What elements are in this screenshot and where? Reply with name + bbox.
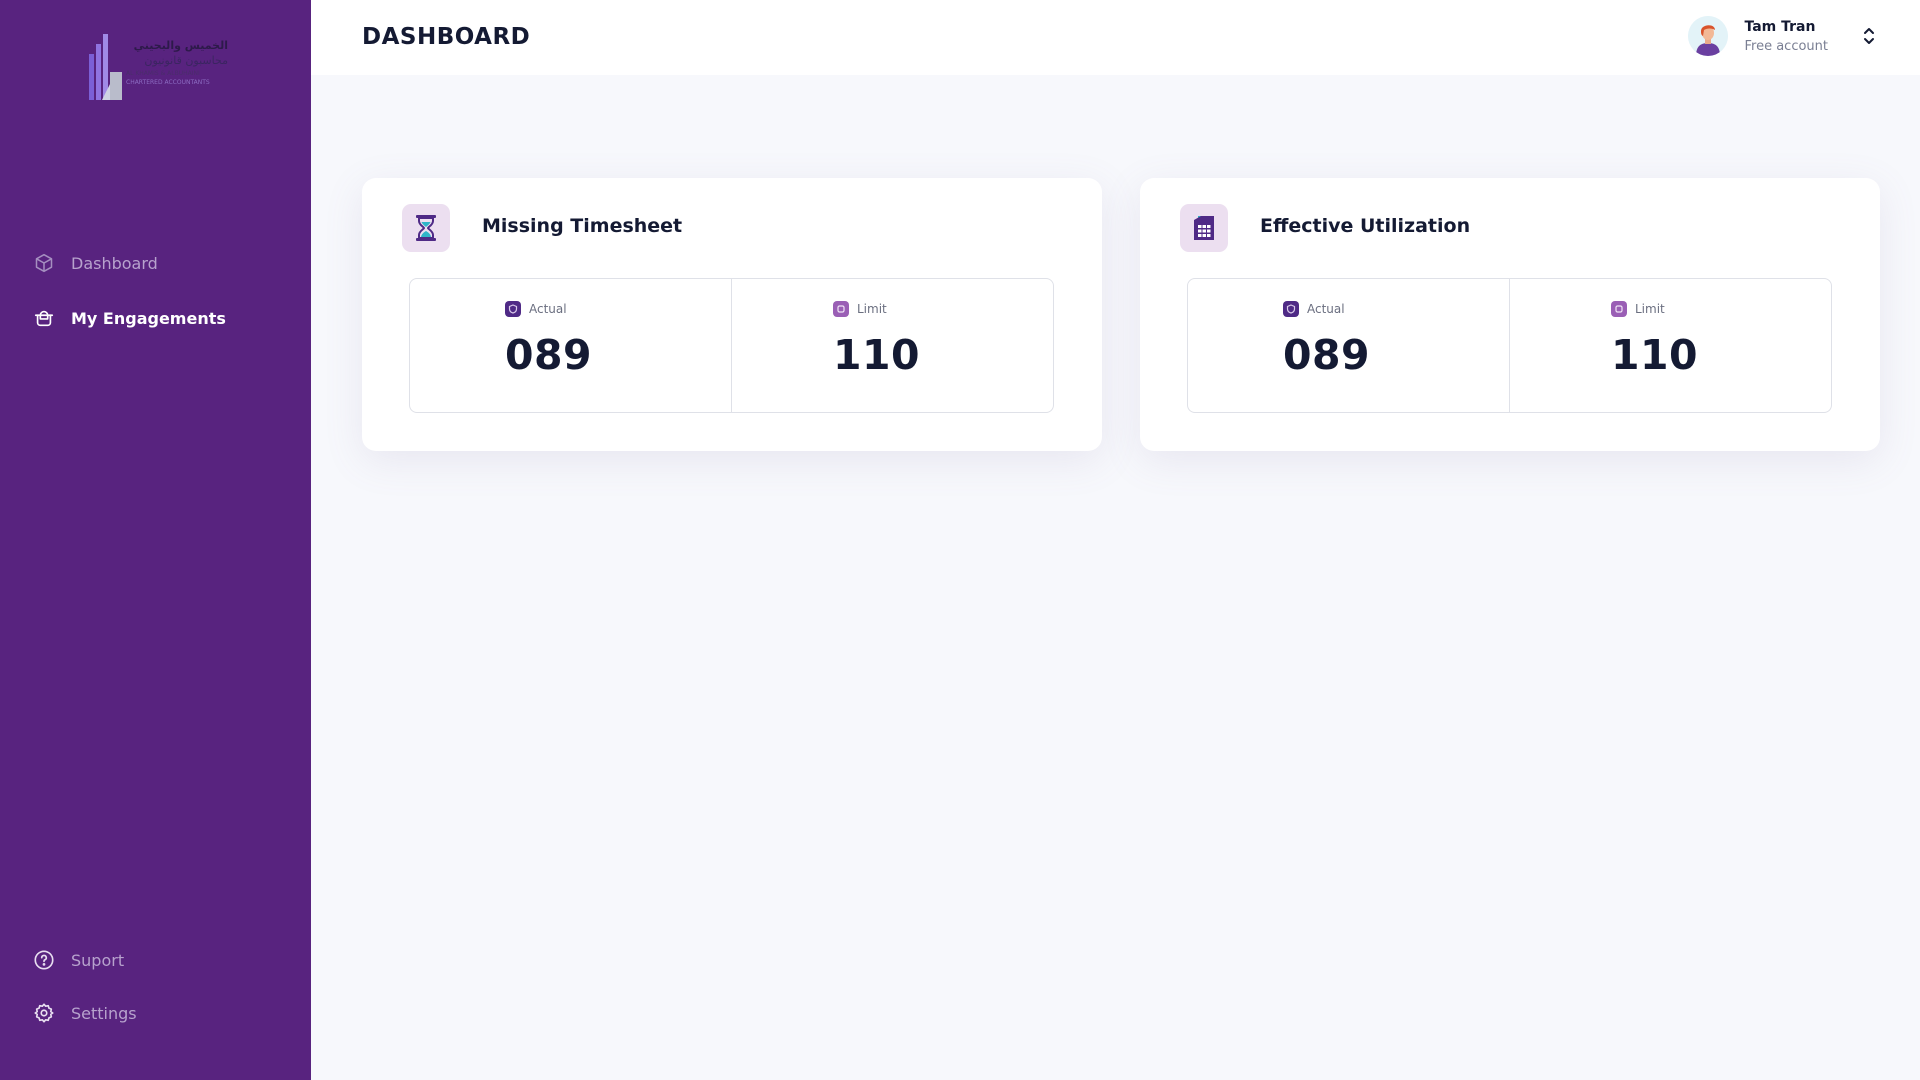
sidebar: الخميس والبحيني محاسبون قانونيون AL KHAM… <box>0 0 311 1080</box>
card-title: Missing Timesheet <box>482 215 683 237</box>
stat-label: Actual <box>1307 302 1345 316</box>
logo-arabic-subtitle: محاسبون قانونيون <box>144 54 228 67</box>
user-menu[interactable]: Tam Tran Free account <box>1688 16 1878 56</box>
sidebar-item-label: Suport <box>71 950 125 970</box>
user-avatar-icon <box>1688 16 1729 56</box>
logo-bars-icon <box>89 34 122 100</box>
sidebar-item-settings[interactable]: Settings <box>33 1002 137 1024</box>
stat-label: Limit <box>1635 302 1665 316</box>
user-name: Tam Tran <box>1744 18 1816 35</box>
stat-label: Limit <box>857 302 887 316</box>
sidebar-item-dashboard[interactable]: Dashboard <box>33 252 158 274</box>
stat-limit: Limit 110 <box>1509 279 1831 412</box>
cube-icon <box>33 252 55 274</box>
sidebar-item-label: Dashboard <box>71 253 158 273</box>
sidebar-item-label: Settings <box>71 1003 137 1023</box>
stat-limit: Limit 110 <box>731 279 1053 412</box>
gear-icon <box>33 1002 55 1024</box>
shield-icon <box>505 301 521 317</box>
limit-badge-icon <box>833 301 849 317</box>
help-circle-icon <box>33 949 55 971</box>
logo-text: الخميس والبحيني محاسبون قانونيون AL KHAM… <box>124 38 228 88</box>
chevron-up-down-icon[interactable] <box>1860 24 1878 48</box>
stat-actual: Actual 089 <box>1188 279 1509 412</box>
stat-box: Actual 089 Limit 110 <box>1187 278 1832 413</box>
stat-header: Limit <box>833 301 887 317</box>
top-bar: DASHBOARD Tam Tran Free account <box>311 0 1920 75</box>
spreadsheet-icon <box>1180 204 1228 252</box>
stat-actual: Actual 089 <box>410 279 731 412</box>
page-title: DASHBOARD <box>362 24 531 50</box>
card-title: Effective Utilization <box>1260 215 1471 237</box>
hourglass-icon <box>402 204 450 252</box>
user-plan: Free account <box>1744 38 1828 54</box>
stat-header: Actual <box>1283 301 1345 317</box>
logo-arabic-name: الخميس والبحيني <box>133 39 228 52</box>
engagements-icon <box>33 307 55 329</box>
limit-badge-icon <box>1611 301 1627 317</box>
sidebar-item-support[interactable]: Suport <box>33 949 124 971</box>
company-logo[interactable]: الخميس والبحيني محاسبون قانونيون AL KHAM… <box>88 30 228 102</box>
stat-value: 110 <box>1611 331 1699 379</box>
logo-english-subtitle: CHARTERED ACCOUNTANTS <box>126 79 210 86</box>
stat-header: Limit <box>1611 301 1665 317</box>
stat-box: Actual 089 Limit 110 <box>409 278 1054 413</box>
sidebar-item-my-engagements[interactable]: My Engagements <box>33 307 226 329</box>
stat-value: 089 <box>1283 331 1371 379</box>
user-info: Tam Tran Free account <box>1744 19 1828 54</box>
card-missing-timesheet: Missing Timesheet Actual 089 Limit 110 <box>362 178 1102 451</box>
shield-icon <box>1283 301 1299 317</box>
card-effective-utilization: Effective Utilization Actual 089 Limit 1… <box>1140 178 1880 451</box>
avatar <box>1688 16 1729 56</box>
stat-value: 110 <box>833 331 921 379</box>
logo-english-name: AL KHAMIS & ALBUHAINI <box>126 70 200 77</box>
sidebar-item-label: My Engagements <box>71 308 226 328</box>
stat-header: Actual <box>505 301 567 317</box>
stat-label: Actual <box>529 302 567 316</box>
stat-value: 089 <box>505 331 593 379</box>
